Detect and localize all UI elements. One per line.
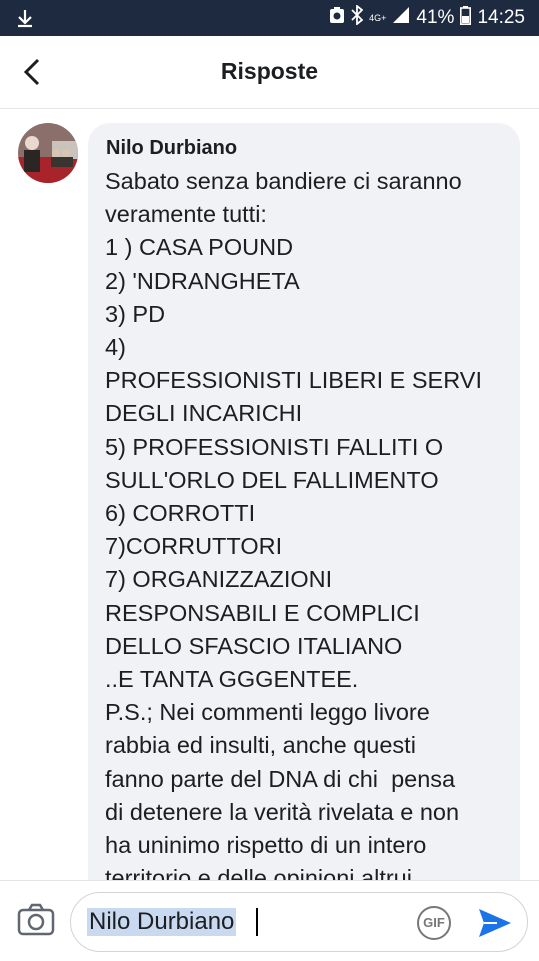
- comment-line: 1 ) CASA POUND: [105, 234, 294, 261]
- send-icon[interactable]: [475, 905, 515, 941]
- header: Risposte: [0, 36, 539, 109]
- text-cursor: [256, 908, 258, 936]
- comment-line: P.S.; Nei commenti leggo livore: [105, 699, 430, 726]
- network-type: 4G+: [369, 12, 387, 23]
- screenshot-icon: [329, 6, 345, 30]
- comment-input[interactable]: Nilo Durbiano GIF: [70, 892, 528, 952]
- comment-input-text[interactable]: Nilo Durbiano: [87, 908, 237, 936]
- comment-line: rabbia ed insulti, anche questi: [105, 732, 416, 759]
- download-icon: [14, 7, 36, 34]
- comment-line: 6) CORROTTI: [105, 500, 256, 527]
- avatar[interactable]: [18, 123, 78, 183]
- camera-icon[interactable]: [16, 902, 56, 940]
- clock: 14:25: [477, 7, 525, 28]
- battery-percent: 41%: [416, 7, 455, 28]
- comment-line: SULL'ORLO DEL FALLIMENTO: [105, 466, 439, 493]
- reply-composer: Nilo Durbiano GIF: [0, 880, 539, 961]
- battery-icon: [460, 5, 472, 31]
- comment-line: Sabato senza bandiere ci saranno: [105, 168, 462, 194]
- comment-author[interactable]: Nilo Durbiano: [106, 137, 237, 160]
- comment-line: 5) PROFESSIONISTI FALLITI O: [105, 433, 444, 460]
- comment-line: territorio e delle opinioni altrui.: [105, 865, 419, 880]
- comment-line: 7)CORRUTTORI: [105, 533, 283, 560]
- comment-line: ha uninimo rispetto di un intero: [105, 832, 427, 859]
- signal-icon: [392, 6, 410, 30]
- comment-line: di detenere la verità rivelata e non: [105, 798, 460, 825]
- comment-line: 7) ORGANIZZAZIONI: [105, 566, 333, 593]
- comment-bubble[interactable]: Nilo Durbiano Sabato senza bandiere ci s…: [88, 123, 520, 880]
- status-bar: 4G+ 41% 14:25: [0, 0, 539, 36]
- comment-line: 4): [105, 334, 126, 361]
- comment-line: DEGLI INCARICHI: [105, 400, 303, 427]
- comment-thread[interactable]: Nilo Durbiano Sabato senza bandiere ci s…: [0, 109, 539, 880]
- gif-button[interactable]: GIF: [417, 906, 451, 940]
- comment-line: PROFESSIONISTI LIBERI E SERVI: [105, 367, 482, 394]
- comment-line: ..E TANTA GGGENTEE.: [105, 666, 359, 693]
- comment-line: RESPONSABILI E COMPLICI: [105, 599, 420, 626]
- comment-text: Sabato senza bandiere ci saranno veramen…: [105, 165, 515, 880]
- comment-line: 2) 'NDRANGHETA: [105, 267, 300, 294]
- comment-line: fanno parte del DNA di chi pensa: [105, 765, 456, 792]
- comment-line: 3) PD: [105, 300, 166, 327]
- bluetooth-icon: [351, 4, 364, 31]
- page-title: Risposte: [220, 58, 319, 84]
- comment-line: veramente tutti:: [105, 201, 267, 228]
- comment-line: DELLO SFASCIO ITALIANO: [105, 632, 403, 659]
